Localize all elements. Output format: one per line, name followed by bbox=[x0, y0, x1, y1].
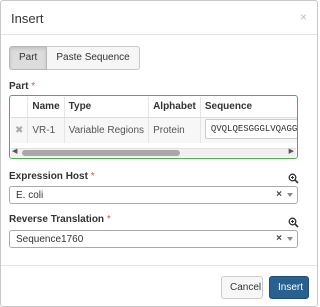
remove-cell: ✖ bbox=[11, 117, 29, 143]
insert-dialog: Insert × Part Paste Sequence Part * Name… bbox=[0, 0, 318, 307]
zoom-in-icon[interactable] bbox=[288, 217, 299, 231]
dialog-title: Insert bbox=[11, 11, 44, 26]
source-tabs: Part Paste Sequence bbox=[9, 46, 140, 70]
reverse-translation-label: Reverse Translation * bbox=[9, 214, 111, 225]
chevron-down-icon[interactable] bbox=[287, 193, 293, 197]
cell-sequence: QVQLQESGGGLVQAGGSLRL bbox=[200, 117, 297, 143]
column-header-type: Type bbox=[64, 97, 150, 118]
part-label-text: Part bbox=[9, 81, 29, 92]
table-row: ✖ VR-1 Variable Regions Protein QVQLQESG… bbox=[11, 117, 297, 143]
required-mark: * bbox=[31, 81, 36, 92]
column-header-sequence: Sequence bbox=[200, 97, 297, 118]
tab-paste-sequence[interactable]: Paste Sequence bbox=[47, 46, 140, 70]
reverse-translation-select[interactable]: Sequence1760 × bbox=[9, 230, 298, 248]
expression-host-value: E. coli bbox=[16, 190, 44, 201]
cell-name: VR-1 bbox=[27, 117, 65, 143]
expression-host-label: Expression Host * bbox=[9, 171, 95, 182]
horizontal-scrollbar[interactable]: ◀ ▶ bbox=[11, 148, 296, 157]
expression-host-select[interactable]: E. coli × bbox=[9, 186, 298, 204]
reverse-translation-value: Sequence1760 bbox=[16, 234, 84, 245]
chevron-down-icon[interactable] bbox=[287, 237, 293, 241]
close-icon[interactable]: × bbox=[300, 10, 307, 24]
cancel-button[interactable]: Cancel bbox=[221, 276, 263, 299]
zoom-in-icon[interactable] bbox=[288, 173, 299, 187]
column-header-alphabet: Alphabet bbox=[148, 97, 201, 118]
part-label: Part * bbox=[9, 81, 35, 92]
parts-table: Name Type Alphabet Sequence ✖ VR-1 Varia… bbox=[11, 97, 297, 143]
reverse-translation-label-text: Reverse Translation bbox=[9, 214, 105, 225]
required-mark: * bbox=[106, 214, 111, 225]
table-header-row: Name Type Alphabet Sequence bbox=[11, 97, 297, 118]
cell-alphabet: Protein bbox=[148, 117, 201, 143]
expression-host-label-text: Expression Host bbox=[9, 171, 88, 182]
required-mark: * bbox=[90, 171, 95, 182]
cell-type: Variable Regions bbox=[64, 117, 150, 143]
clear-icon[interactable]: × bbox=[276, 189, 282, 200]
remove-column-header bbox=[11, 97, 29, 118]
column-header-name: Name bbox=[27, 97, 65, 118]
remove-row-icon[interactable]: ✖ bbox=[15, 125, 23, 136]
part-grid: Name Type Alphabet Sequence ✖ VR-1 Varia… bbox=[9, 95, 298, 159]
dialog-header: Insert × bbox=[1, 1, 317, 35]
dialog-footer-divider bbox=[1, 265, 317, 266]
scroll-left-icon[interactable]: ◀ bbox=[12, 147, 17, 155]
insert-button[interactable]: Insert bbox=[269, 276, 309, 299]
clear-icon[interactable]: × bbox=[276, 233, 282, 244]
scrollbar-thumb[interactable] bbox=[22, 150, 180, 156]
scroll-right-icon[interactable]: ▶ bbox=[289, 147, 294, 155]
sequence-field[interactable]: QVQLQESGGGLVQAGGSLRL bbox=[204, 118, 297, 139]
tab-part[interactable]: Part bbox=[9, 46, 48, 70]
